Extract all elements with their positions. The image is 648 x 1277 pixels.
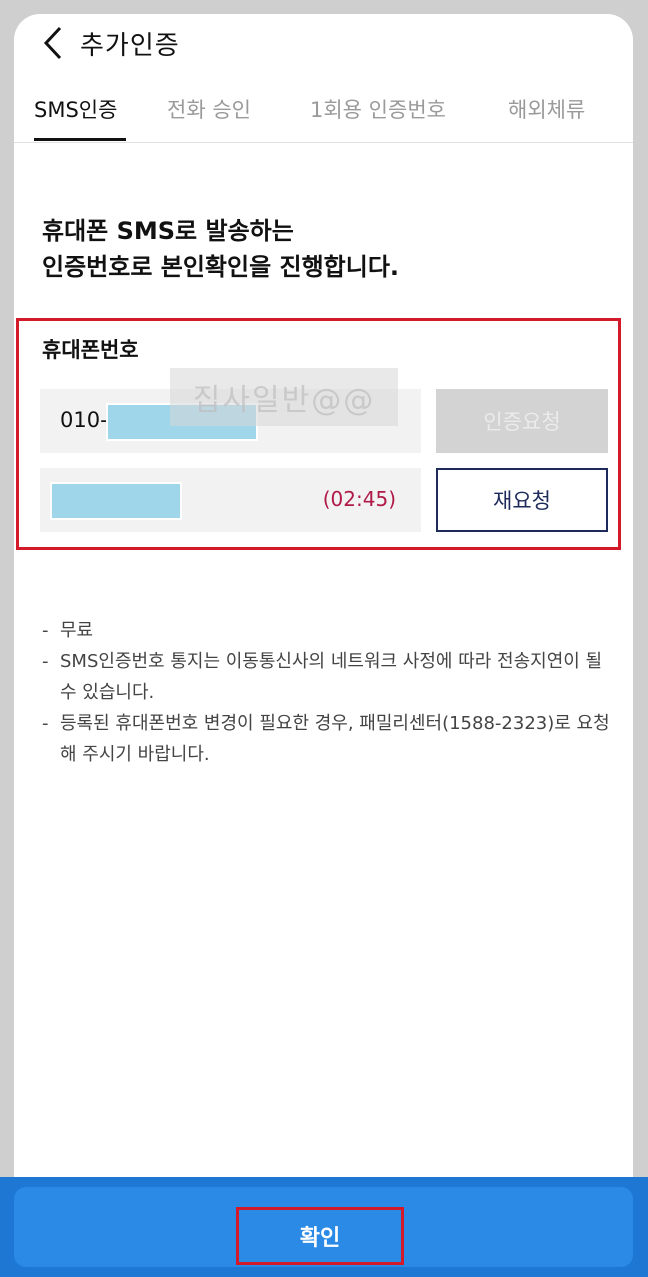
notes-list: - 무료 - SMS인증번호 통지는 이동통신사의 네트워크 사정에 따라 전송…: [42, 615, 612, 770]
chevron-left-icon[interactable]: [38, 24, 68, 62]
active-tab-indicator: [34, 138, 126, 141]
tab-otp[interactable]: 1회용 인증번호: [310, 94, 446, 124]
countdown-timer: (02:45): [322, 487, 396, 511]
request-code-button[interactable]: 인증요청: [436, 389, 608, 453]
tab-sms[interactable]: SMS인증: [34, 94, 117, 124]
headline: 휴대폰 SMS로 발송하는 인증번호로 본인확인을 진행합니다.: [42, 213, 399, 285]
headline-line-1: 휴대폰 SMS로 발송하는: [42, 217, 294, 245]
auth-sheet: 추가인증 SMS인증 전화 승인 1회용 인증번호 해외체류 휴대폰 SMS로 …: [14, 14, 633, 1277]
tab-overseas[interactable]: 해외체류: [508, 94, 585, 124]
phone-prefix: 010-: [60, 408, 108, 432]
note-item: - 무료: [42, 615, 612, 646]
note-text: 무료: [60, 620, 94, 641]
resend-button[interactable]: 재요청: [436, 468, 608, 532]
redacted-verification-code: [50, 482, 182, 520]
note-item: - 등록된 휴대폰번호 변경이 필요한 경우, 패밀리센터(1588-2323)…: [42, 708, 612, 770]
tab-bar: SMS인증 전화 승인 1회용 인증번호 해외체류: [14, 92, 633, 143]
note-text: SMS인증번호 통지는 이동통신사의 네트워크 사정에 따라 전송지연이 될 수…: [60, 651, 603, 703]
page-title: 추가인증: [80, 31, 180, 61]
note-text: 등록된 휴대폰번호 변경이 필요한 경우, 패밀리센터(1588-2323)로 …: [60, 713, 610, 765]
tab-phone-approval[interactable]: 전화 승인: [167, 94, 251, 124]
header: 추가인증: [14, 14, 633, 74]
watermark: 집사일반@@: [170, 368, 398, 426]
headline-line-2: 인증번호로 본인확인을 진행합니다.: [42, 253, 400, 281]
note-item: - SMS인증번호 통지는 이동통신사의 네트워크 사정에 따라 전송지연이 될…: [42, 646, 612, 708]
phone-label: 휴대폰번호: [42, 338, 139, 362]
confirm-button[interactable]: 확인: [236, 1207, 404, 1265]
verification-code-field[interactable]: (02:45): [40, 468, 421, 532]
